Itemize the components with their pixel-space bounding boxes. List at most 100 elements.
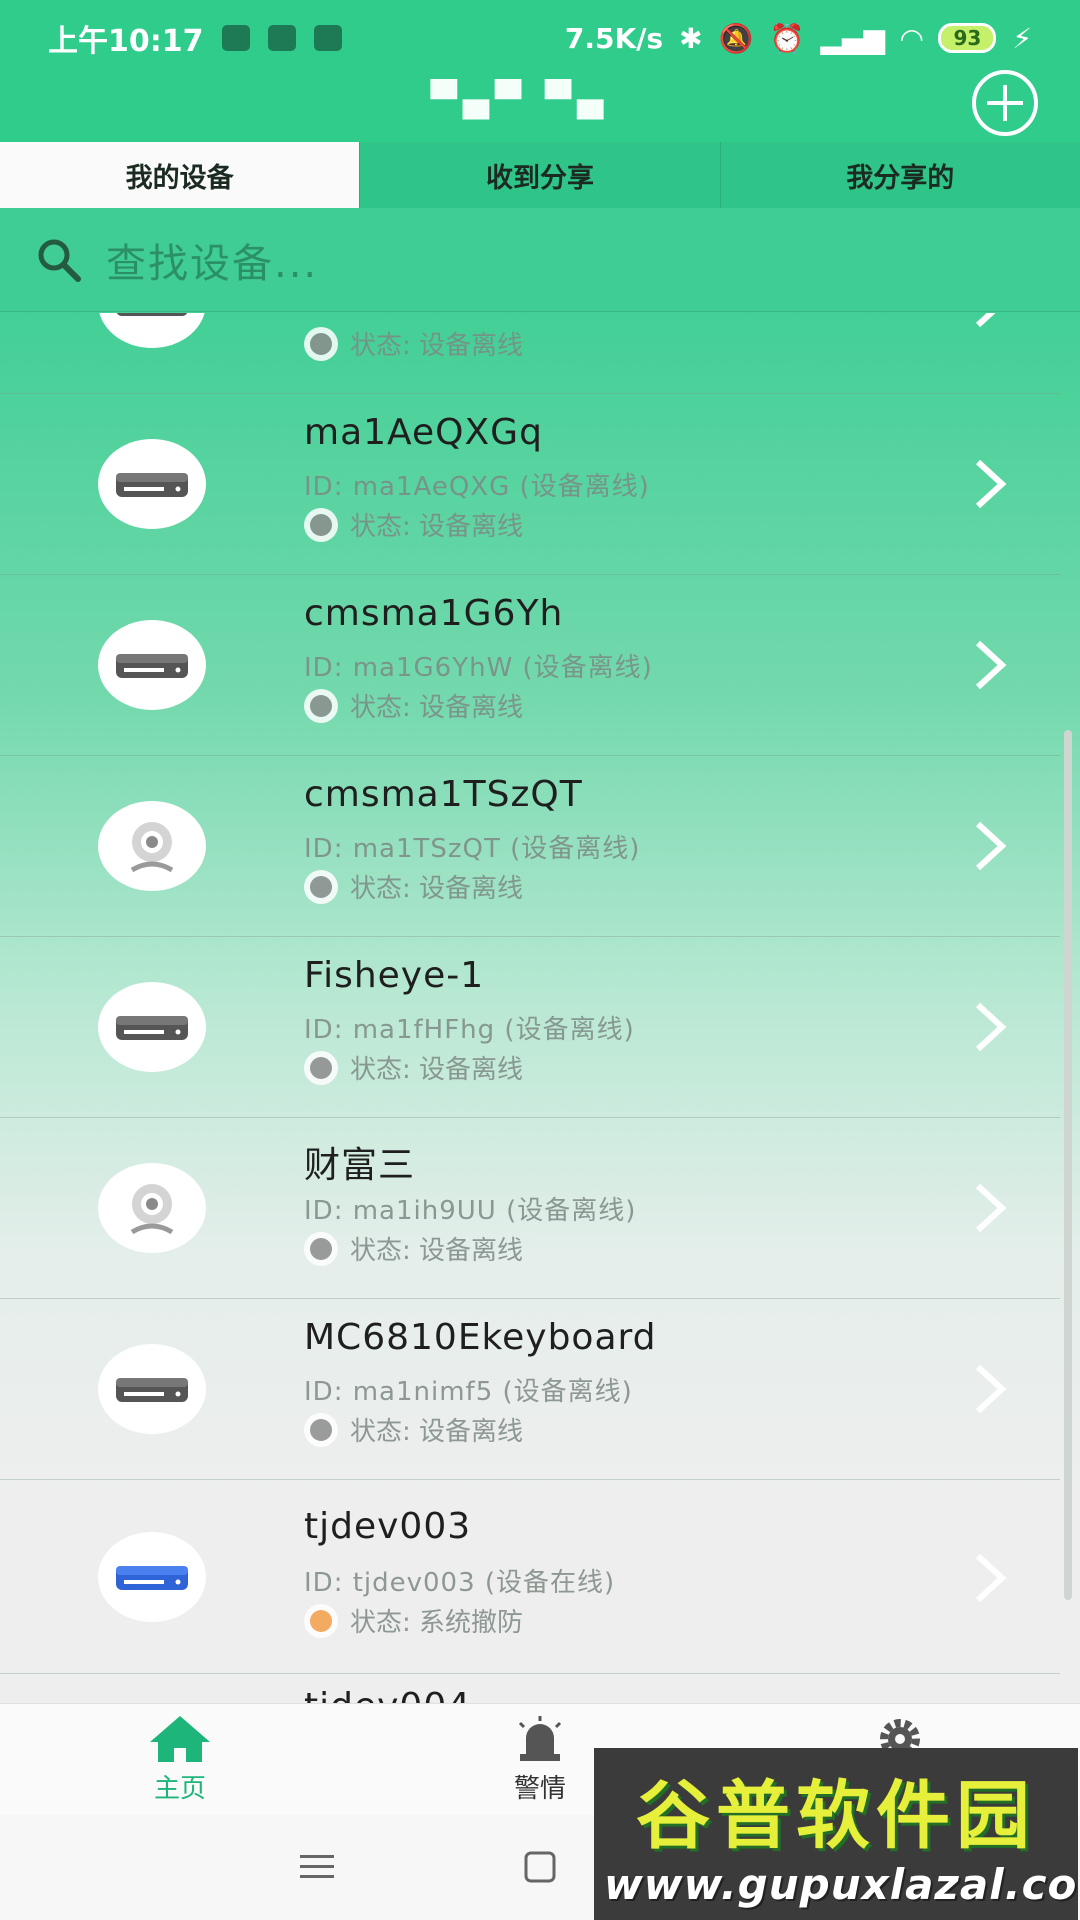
app-header: ▀▄▀ ▀▄ [0, 70, 1080, 142]
chevron-right-icon[interactable] [970, 1180, 1010, 1236]
device-row[interactable]: tjdev004 [0, 1674, 1060, 1703]
status-dot [304, 869, 338, 904]
device-row[interactable]: 财富三 ID: ma1ih9UU (设备离线) 状态: 设备离线 [0, 1118, 1060, 1299]
device-row[interactable]: 状态: 设备离线 [0, 313, 1060, 394]
status-text: 状态: 设备离线 [350, 1417, 524, 1447]
device-name: Fisheye-1 [304, 955, 485, 996]
chevron-right-icon [975, 313, 996, 328]
device-id: ID: ma1ih9UU (设备离线) [304, 1196, 637, 1226]
device-row[interactable]: cmsma1G6Yh ID: ma1G6YhW (设备离线) 状态: 设备离线 [0, 575, 1060, 756]
wifi-icon: ◠ [900, 21, 923, 55]
search-bar[interactable]: 查找设备... [0, 208, 1080, 312]
status-dot [304, 1412, 338, 1447]
page-title: ▀▄▀ ▀▄ [430, 80, 610, 120]
add-device-button[interactable] [972, 70, 1038, 136]
device-id: ID: ma1TSzQT (设备离线) [304, 834, 641, 864]
status-dot [304, 326, 338, 361]
search-icon [38, 239, 81, 282]
network-speed: 7.5K/s [564, 21, 664, 55]
notification-app-icon [313, 25, 342, 51]
status-text: 状态: 设备离线 [350, 874, 524, 904]
device-status: 状态: 设备离线 [304, 687, 523, 724]
device-row[interactable]: cmsma1TSzQT ID: ma1TSzQT (设备离线) 状态: 设备离线 [0, 756, 1060, 937]
device-name: cmsma1G6Yh [304, 593, 564, 634]
webcam-icon [130, 822, 174, 873]
status-dot [304, 1050, 338, 1085]
device-thumbnail [98, 1163, 206, 1253]
home-square-icon[interactable] [524, 1851, 556, 1883]
status-text: 状态: 设备离线 [350, 512, 524, 542]
device-row[interactable]: Fisheye-1 ID: ma1fHFhg (设备离线) 状态: 设备离线 [0, 937, 1060, 1118]
watermark-title: 谷普软件园 [636, 1773, 1036, 1859]
device-status: 状态: 设备离线 [304, 1411, 523, 1448]
status-text: 状态: 设备离线 [350, 331, 524, 361]
device-thumbnail [98, 982, 206, 1072]
chevron-right-icon[interactable] [970, 999, 1010, 1055]
device-thumbnail [98, 439, 206, 529]
device-status: 状态: 设备离线 [304, 325, 523, 362]
device-status: 状态: 设备离线 [304, 1230, 523, 1267]
notification-app-icon [221, 25, 250, 51]
device-status: 状态: 设备离线 [304, 1049, 523, 1086]
alarm-clock-icon: ⏰ [769, 21, 805, 55]
nav-home-label: 主页 [153, 1774, 206, 1804]
chevron-right-icon[interactable] [970, 456, 1010, 512]
dvr-icon [116, 654, 188, 678]
device-status: 状态: 设备离线 [304, 868, 523, 905]
device-name: ma1AeQXGq [304, 412, 543, 453]
device-thumbnail [98, 801, 206, 891]
dvr-icon [116, 1378, 188, 1402]
device-id: ID: tjdev003 (设备在线) [304, 1568, 616, 1598]
tab-my-devices[interactable]: 我的设备 [0, 142, 360, 208]
dvr-online-icon [116, 1566, 188, 1590]
device-list[interactable]: 状态: 设备离线 ma1AeQXGq ID: ma1AeQXG (设备离线) 状… [0, 313, 1080, 1703]
status-dot [304, 1603, 338, 1638]
chevron-right-icon[interactable] [970, 1550, 1010, 1606]
device-thumbnail [98, 1532, 206, 1622]
device-row[interactable]: MC6810Ekeyboard ID: ma1nimf5 (设备离线) 状态: … [0, 1299, 1060, 1480]
device-name: cmsma1TSzQT [304, 774, 583, 815]
alarm-icon [518, 1716, 562, 1761]
dvr-icon [116, 313, 188, 316]
device-status: 状态: 系统撤防 [304, 1602, 523, 1639]
watermark-url: www.gupuxlazal.com [604, 1860, 1080, 1909]
device-name: 财富三 [304, 1145, 416, 1186]
tab-bar: 我的设备 收到分享 我分享的 [0, 142, 1080, 208]
charging-icon: ⚡ [1012, 21, 1032, 55]
bluetooth-icon: ✱ [679, 21, 703, 55]
status-dot [304, 1231, 338, 1266]
mute-bell-icon: 🔕 [718, 21, 754, 55]
chevron-right-icon[interactable] [970, 637, 1010, 693]
tab-received-shares[interactable]: 收到分享 [359, 142, 719, 208]
device-id: ID: ma1nimf5 (设备离线) [304, 1377, 633, 1407]
chevron-right-icon[interactable] [970, 1361, 1010, 1417]
list-scrollbar[interactable] [1064, 730, 1072, 1600]
status-text: 状态: 设备离线 [350, 693, 524, 723]
signal-icon: ▂▄▆ [820, 21, 885, 55]
home-icon [150, 1716, 210, 1762]
device-thumbnail [98, 620, 206, 710]
status-bar: 上午10:17 7.5K/s ✱ 🔕 ⏰ ▂▄▆ ◠ 93 ⚡ [0, 0, 1080, 76]
device-row[interactable]: tjdev003 ID: tjdev003 (设备在线) 状态: 系统撤防 [0, 1480, 1060, 1674]
webcam-icon [130, 1184, 174, 1235]
device-status: 状态: 设备离线 [304, 506, 523, 543]
status-time: 上午10:17 [48, 24, 204, 59]
watermark-logo: 谷普软件园 www.gupuxlazal.com [594, 1748, 1080, 1920]
notification-app-icon [267, 25, 296, 51]
status-text: 状态: 设备离线 [350, 1055, 524, 1085]
device-id: ID: ma1AeQXG (设备离线) [304, 472, 650, 502]
device-name: MC6810Ekeyboard [304, 1317, 657, 1358]
device-id: ID: ma1fHFhg (设备离线) [304, 1015, 635, 1045]
nav-home[interactable]: 主页 [0, 1704, 360, 1815]
device-name: tjdev003 [304, 1506, 472, 1547]
tab-my-shares[interactable]: 我分享的 [719, 142, 1080, 208]
status-dot [304, 507, 338, 542]
status-text: 状态: 系统撤防 [350, 1608, 524, 1638]
device-row[interactable]: ma1AeQXGq ID: ma1AeQXG (设备离线) 状态: 设备离线 [0, 394, 1060, 575]
chevron-right-icon[interactable] [970, 818, 1010, 874]
menu-icon[interactable] [300, 1853, 334, 1881]
search-input[interactable]: 查找设备... [106, 231, 318, 289]
status-text: 状态: 设备离线 [350, 1236, 524, 1266]
status-dot [304, 688, 338, 723]
dvr-icon [116, 473, 188, 497]
